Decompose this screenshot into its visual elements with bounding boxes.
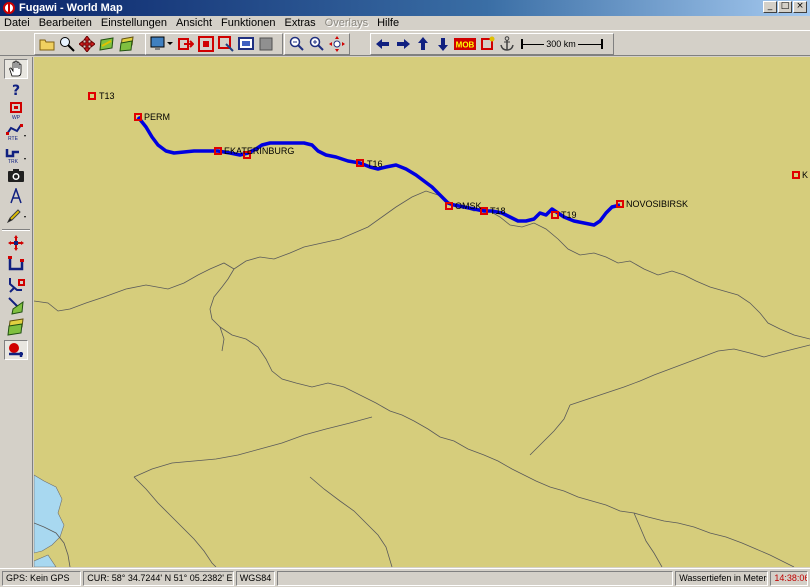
camera-icon[interactable] — [4, 165, 28, 185]
title-bar[interactable]: Fugawi - World Map _ □ × — [0, 0, 810, 16]
waypoint-label-perm: PERM — [144, 112, 170, 122]
waypoint-label-omsk: OMSK — [455, 201, 482, 211]
status-bar: GPS: Kein GPS CUR: 58° 34.7244' N 51° 05… — [0, 568, 810, 587]
menu-datei[interactable]: Datei — [4, 17, 30, 29]
help-icon[interactable]: ? — [4, 81, 28, 101]
menu-extras[interactable]: Extras — [284, 17, 315, 29]
zoom-fit-icon[interactable] — [328, 35, 346, 53]
file-toolbar-group — [34, 33, 146, 55]
map-toolbar-group — [145, 33, 283, 55]
gps-status: GPS: Kein GPS — [2, 570, 82, 586]
hand-icon[interactable] — [4, 59, 28, 79]
open-folder-icon[interactable] — [38, 35, 56, 53]
svg-text:TRK: TRK — [8, 159, 19, 164]
waypoint-marker-t19[interactable] — [551, 211, 559, 219]
waypoint-marker-novosibirsk[interactable] — [616, 200, 624, 208]
waypoint-icon[interactable]: WP — [4, 101, 28, 121]
caption-buttons: _ □ × — [762, 1, 807, 13]
arrow-down-icon[interactable] — [434, 35, 452, 53]
route-edit-icon[interactable] — [4, 254, 28, 274]
navigation-toolbar-group: MOB 300 km — [370, 33, 614, 55]
text-icon[interactable] — [4, 186, 28, 206]
close-button[interactable]: × — [793, 1, 807, 13]
map-view[interactable]: T13 PERM EKATERINBURG T16 OMSK T18 T19 N… — [34, 57, 810, 567]
waypoint-label-t19: T19 — [561, 210, 577, 220]
anchor-icon[interactable] — [498, 35, 516, 53]
arrow-left-icon[interactable] — [374, 35, 392, 53]
palette-separator — [2, 229, 30, 231]
scale-label: 300 km — [544, 39, 578, 49]
arrow-right-icon[interactable] — [394, 35, 412, 53]
map-canvas[interactable]: T13 PERM EKATERINBURG T16 OMSK T18 T19 N… — [34, 57, 810, 567]
red-select-icon[interactable] — [217, 35, 235, 53]
maximize-button[interactable]: □ — [778, 1, 792, 13]
waypoint-label-novosibirsk: NOVOSIBIRSK — [626, 199, 688, 209]
main-toolbar: MOB 300 km — [0, 30, 810, 56]
waypoint-marker-t13[interactable] — [88, 92, 96, 100]
caspian-sea — [34, 474, 65, 554]
gray-box-icon[interactable] — [257, 35, 275, 53]
record-icon[interactable] — [4, 340, 28, 360]
menu-funktionen[interactable]: Funktionen — [221, 17, 275, 29]
status-spacer — [277, 570, 674, 586]
scale-bar: 300 km — [517, 35, 605, 53]
svg-text:RTE: RTE — [8, 136, 19, 141]
red-box-icon[interactable] — [197, 35, 215, 53]
waypoint-label-t16: T16 — [367, 159, 383, 169]
map-edit-icon[interactable] — [98, 35, 116, 53]
move-icon[interactable] — [4, 233, 28, 253]
clock: 14:38:06 — [770, 570, 808, 586]
pan-arrows-icon[interactable] — [78, 35, 96, 53]
zoom-find-icon[interactable] — [58, 35, 76, 53]
menu-bar: Datei Bearbeiten Einstellungen Ansicht F… — [0, 16, 810, 30]
waypoint-label-ekaterinburg: EKATERINBURG — [224, 146, 294, 156]
waypoint-marker-k[interactable] — [792, 171, 800, 179]
red-frame-icon[interactable] — [478, 35, 496, 53]
arrow-up-icon[interactable] — [414, 35, 432, 53]
route-icon[interactable]: RTE — [4, 122, 28, 142]
mob-label: MOB — [456, 41, 475, 50]
blue-monitor-icon[interactable] — [237, 35, 255, 53]
menu-einstellungen[interactable]: Einstellungen — [101, 17, 167, 29]
zoom-in-icon[interactable] — [308, 35, 326, 53]
datum: WGS84 — [235, 570, 276, 586]
minimize-button[interactable]: _ — [763, 1, 777, 13]
svg-text:WP: WP — [12, 115, 21, 120]
aral-sea — [34, 554, 57, 567]
window-title: Fugawi - World Map — [19, 2, 123, 14]
menu-ansicht[interactable]: Ansicht — [176, 17, 212, 29]
depth-units: Wassertiefen in Meters — [675, 570, 769, 586]
menu-bearbeiten[interactable]: Bearbeiten — [39, 17, 92, 29]
track-icon[interactable]: TRK — [4, 145, 28, 165]
menu-hilfe[interactable]: Hilfe — [377, 17, 399, 29]
zoom-toolbar-group — [284, 33, 350, 55]
waypoint-marker-omsk[interactable] — [445, 202, 453, 210]
mob-button[interactable]: MOB — [454, 35, 476, 53]
cursor-position: CUR: 58° 34.7244' N 51° 05.2382' E — [83, 570, 234, 586]
track-draw-icon[interactable] — [4, 296, 28, 316]
fugawi-logo-icon — [3, 2, 15, 14]
route-draw-icon[interactable] — [4, 275, 28, 295]
app-window: Fugawi - World Map _ □ × Datei Bearbeite… — [0, 0, 810, 587]
waypoint-label-k: K — [802, 170, 808, 180]
tool-palette: ? WP RTE TRK — [0, 57, 33, 567]
route-line — [136, 115, 621, 227]
layer-icon[interactable] — [4, 317, 28, 337]
pen-icon[interactable] — [4, 206, 28, 226]
menu-overlays: Overlays — [324, 17, 369, 29]
border-lines — [34, 190, 810, 567]
waypoint-label-t18: T18 — [490, 206, 506, 216]
map-stack-icon[interactable] — [118, 35, 136, 53]
zoom-out-icon[interactable] — [288, 35, 306, 53]
waypoint-label-t13: T13 — [99, 91, 115, 101]
monitor-icon[interactable] — [149, 35, 175, 53]
red-forward-icon[interactable] — [177, 35, 195, 53]
